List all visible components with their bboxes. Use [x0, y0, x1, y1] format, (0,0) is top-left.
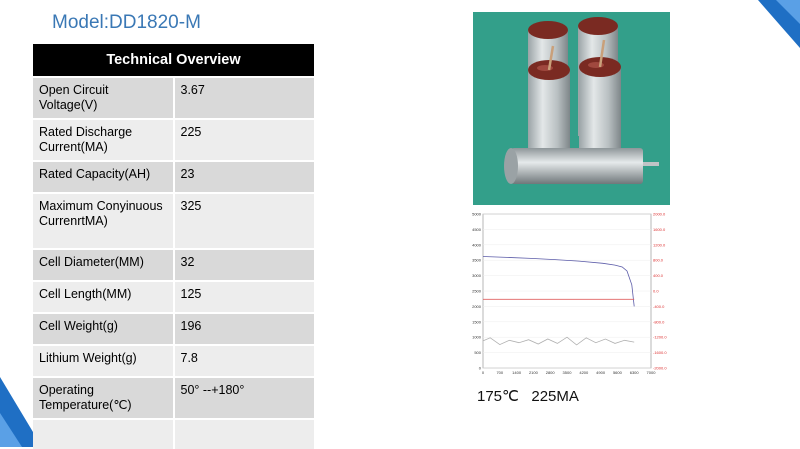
table-row: Cell Diameter(MM) 32: [33, 248, 314, 281]
table-header: Technical Overview: [33, 44, 314, 77]
x-tick-label: 5600: [613, 370, 623, 375]
corner-decoration-top-right: [758, 0, 800, 48]
y-right-tick-label: 0.0: [653, 289, 659, 294]
y-right-tick-label: -400.0: [653, 304, 665, 309]
page-title: Model:DD1820-M: [52, 12, 201, 33]
y-left-tick-label: 3500: [472, 258, 482, 263]
row-label: Cell Diameter(MM): [33, 248, 175, 281]
table-row: Cell Weight(g) 196: [33, 312, 314, 345]
table-row: Cell Length(MM) 125: [33, 280, 314, 313]
y-right-tick-label: 1600.0: [653, 227, 666, 232]
table-row: Maximum Conyinuous CurrenrtMA) 325: [33, 192, 314, 249]
y-left-tick-label: 2500: [472, 289, 482, 294]
row-label: Operating Temperature(℃): [33, 376, 175, 419]
row-value: 196: [173, 312, 314, 345]
y-right-tick-label: 2000.0: [653, 212, 666, 217]
table-row: Rated Discharge Current(MA) 225: [33, 118, 314, 161]
y-right-tick-label: -800.0: [653, 319, 665, 324]
y-left-tick-label: 4500: [472, 227, 482, 232]
x-tick-label: 4900: [596, 370, 606, 375]
row-value: 325: [173, 192, 314, 249]
row-label: Rated Capacity(AH): [33, 160, 175, 193]
y-right-tick-label: 400.0: [653, 273, 664, 278]
y-left-tick-label: 4000: [472, 242, 482, 247]
row-value: [173, 418, 314, 449]
y-right-tick-label: 800.0: [653, 258, 664, 263]
row-value: 225: [173, 118, 314, 161]
row-value: 7.8: [173, 344, 314, 377]
x-tick-label: 7000: [647, 370, 657, 375]
y-left-tick-label: 1000: [472, 335, 482, 340]
table-row: Operating Temperature(℃) 50° --+180°: [33, 376, 314, 419]
discharge-curve-chart: 5000 4500 4000 3500 3000 2500 2000 1500 1000 500 0…: [465, 208, 670, 380]
row-label: Rated Discharge Current(MA): [33, 118, 175, 161]
x-tick-label: 3500: [563, 370, 573, 375]
y-left-tick-label: 2000: [472, 304, 482, 309]
row-value: 23: [173, 160, 314, 193]
test-condition-caption: 175℃ 225MA: [477, 388, 579, 405]
y-right-tick-label: -1200.0: [653, 335, 667, 340]
row-label: Open Circuit Voltage(V): [33, 76, 175, 119]
y-left-tick-label: 500: [474, 350, 481, 355]
row-label: Cell Weight(g): [33, 312, 175, 345]
row-value: 32: [173, 248, 314, 281]
x-tick-label: 700: [496, 370, 503, 375]
row-value: 50° --+180°: [173, 376, 314, 419]
y-left-tick-label: 1500: [472, 319, 482, 324]
row-label: Cell Length(MM): [33, 280, 175, 313]
row-label: [33, 418, 175, 449]
table-row: Open Circuit Voltage(V) 3.67: [33, 76, 314, 119]
table-row: Lithium Weight(g) 7.8: [33, 344, 314, 377]
row-label: Lithium Weight(g): [33, 344, 175, 377]
battery-cells-photo: [473, 12, 670, 205]
y-left-tick-label: 5000: [472, 212, 482, 217]
table-row: Rated Capacity(AH) 23: [33, 160, 314, 193]
x-tick-label: 2800: [546, 370, 556, 375]
x-tick-label: 4200: [579, 370, 589, 375]
y-left-tick-label: 3000: [472, 273, 482, 278]
y-right-tick-label: -1600.0: [653, 350, 667, 355]
row-value: 3.67: [173, 76, 314, 119]
x-tick-label: 2100: [529, 370, 539, 375]
x-tick-label: 6300: [630, 370, 640, 375]
y-right-tick-label: 1200.0: [653, 242, 666, 247]
technical-overview-table: Technical Overview Open Circuit Voltage(…: [33, 44, 314, 449]
row-value: 125: [173, 280, 314, 313]
table-row: [33, 418, 314, 449]
row-label: Maximum Conyinuous CurrenrtMA): [33, 192, 175, 249]
x-tick-label: 1400: [512, 370, 522, 375]
